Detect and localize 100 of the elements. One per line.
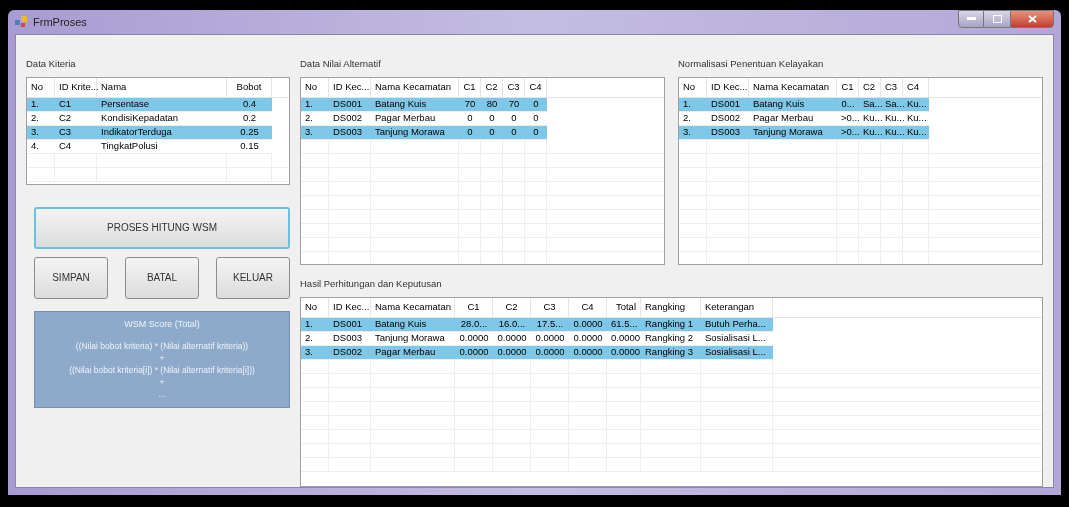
column-header[interactable]: C4	[569, 298, 607, 317]
table-cell-text: C3	[58, 125, 73, 140]
list-view[interactable]: No ID Krite... Nama Bobot 1. C1 Persentase 0.4 2. C2 KondisiKepadatan 0.2 3. C3 IndikatorTerduga 0.25 4. C4 TingkatPolusi 0.15	[26, 76, 290, 185]
table-cell-text: Batang Kuis	[752, 97, 806, 112]
column-header[interactable]: C3	[503, 77, 525, 97]
column-header[interactable]: Total	[607, 298, 641, 317]
table-cell-text: 2.	[304, 331, 314, 346]
window-title: FrmProses	[33, 14, 87, 30]
column-header[interactable]: C4	[903, 77, 929, 97]
table-cell-text: 0.0000	[572, 345, 604, 360]
column-header[interactable]: ID Kec...	[329, 77, 371, 97]
table-cell-text: >0...	[840, 111, 859, 126]
table-cell-text: Pagar Merbau	[752, 111, 815, 126]
table-cell-text: 0	[532, 111, 540, 126]
list-row[interactable]: 2. DS003 Tanjung Morawa 0.0000 0.0000 0.0000 0.0000 0.0000 Rangking 2 Sosialisasi L...	[301, 332, 773, 346]
column-header[interactable]: C3	[881, 77, 903, 97]
column-header[interactable]: Nama Kecamatan	[749, 77, 837, 97]
formula-title: WSM Score (Total)	[124, 317, 200, 331]
table-cell-text: Tanjung Morawa	[374, 331, 446, 346]
table-cell-text: Pagar Merbau	[374, 111, 437, 126]
group-label: Data Kiteria	[26, 56, 77, 71]
formula-line: +	[159, 353, 165, 364]
table-cell-text: Sa...	[884, 97, 903, 112]
table-cell-text: DS003	[332, 331, 364, 346]
table-cell-text: 2.	[30, 111, 40, 126]
list-view[interactable]: No ID Kec... Nama Kecamatan C1 C2 C3 C4 1. DS001 Batang Kuis 0... Sa... Sa... Ku... 2. DS002 Pagar Merbau >0... Ku... Ku... Ku... 3. DS003 Tanjung Morawa >0... Ku... Ku... Ku...	[678, 76, 1043, 265]
table-cell-text: Sosialisasi L...	[704, 345, 767, 360]
table-cell-text: Rangking 3	[644, 345, 695, 360]
formula-line: ...	[158, 389, 166, 400]
table-cell-text: Sosialisasi L...	[704, 331, 767, 346]
column-header[interactable]: C1	[837, 77, 859, 97]
action-button[interactable]: PROSES HITUNG WSM	[34, 206, 290, 249]
table-cell-text: Ku...	[906, 97, 928, 112]
action-button[interactable]: SIMPAN	[34, 256, 108, 299]
list-view[interactable]: No ID Kec... Nama Kecamatan C1 C2 C3 C4 1. DS001 Batang Kuis 70 80 70 0 2. DS002 Pagar Merbau 0 0 0 0 3. DS003 Tanjung Morawa 0 0 0 0	[300, 76, 665, 265]
table-cell-text: Ku...	[906, 111, 928, 126]
table-cell-text: 0	[510, 111, 518, 126]
table-cell-text: DS002	[332, 345, 364, 360]
table-cell-text: 0.25	[239, 125, 260, 140]
action-button[interactable]: BATAL	[125, 256, 199, 299]
column-header[interactable]: ID Krite...	[55, 77, 97, 97]
table-cell-text: 2.	[682, 111, 692, 126]
column-header[interactable]: C4	[525, 77, 547, 97]
column-header[interactable]: C2	[481, 77, 503, 97]
table-cell-text: 0	[488, 111, 496, 126]
column-header[interactable]: Keterangan	[701, 298, 773, 317]
list-row[interactable]: 1. DS001 Batang Kuis 28.0... 16.0... 17.5... 0.0000 61.5... Rangking 1 Butuh Perha...	[301, 318, 773, 332]
table-cell-text: 70	[463, 97, 477, 112]
minimize-button[interactable]	[958, 9, 984, 28]
table-cell-text: 3.	[304, 345, 314, 360]
column-header[interactable]: ID Kec...	[329, 298, 371, 317]
table-cell-text: 1.	[304, 97, 314, 112]
table-cell-text: 0.2	[241, 111, 258, 126]
maximize-icon	[992, 14, 1002, 23]
formula-line: ((Nilai bobot kriteria) * (Nilai alternatif kriteria))	[75, 341, 249, 352]
table-cell-text: DS001	[710, 97, 742, 112]
table-cell-text: 0	[488, 125, 496, 140]
column-header[interactable]: Rangking	[641, 298, 701, 317]
table-cell-text: Sa...	[862, 97, 881, 112]
column-header[interactable]: No	[679, 77, 707, 97]
table-cell-text: DS001	[332, 97, 364, 112]
list-row[interactable]: 3. DS002 Pagar Merbau 0.0000 0.0000 0.0000 0.0000 0.0000 Rangking 3 Sosialisasi L...	[301, 346, 773, 360]
table-cell-text: C1	[58, 97, 73, 112]
table-cell-text: 0...	[840, 97, 856, 112]
column-header[interactable]: ID Kec...	[707, 77, 749, 97]
table-cell-text: 1.	[304, 317, 314, 332]
table-cell-text: 0.0000	[610, 345, 641, 360]
column-header[interactable]: C3	[531, 298, 569, 317]
table-cell-text: 17.5...	[535, 317, 565, 332]
list-view[interactable]	[300, 297, 1043, 487]
table-cell-text: Ku...	[906, 125, 928, 140]
column-header[interactable]: C1	[455, 298, 493, 317]
close-button[interactable]	[1010, 9, 1054, 28]
table-cell-text: C4	[58, 139, 73, 154]
table-cell-text: DS002	[710, 111, 742, 126]
table-cell-text: 1.	[30, 97, 40, 112]
group-label: Data Nilai Alternatif	[300, 56, 382, 71]
column-header[interactable]: Nama Kecamatan	[371, 298, 455, 317]
column-header[interactable]: C1	[459, 77, 481, 97]
table-cell-text: 80	[485, 97, 499, 112]
column-header[interactable]: C2	[859, 77, 881, 97]
table-cell-text: 0	[532, 97, 540, 112]
column-header[interactable]: C2	[493, 298, 531, 317]
action-button[interactable]: KELUAR	[216, 256, 290, 299]
column-header[interactable]: No	[27, 77, 55, 97]
table-cell-text: Tanjung Morawa	[374, 125, 446, 140]
table-cell-text: 0.0000	[496, 345, 528, 360]
column-header[interactable]: Bobot	[227, 77, 272, 97]
table-cell-text: 0.0000	[572, 317, 604, 332]
column-header[interactable]: No	[301, 77, 329, 97]
column-header[interactable]: No	[301, 298, 329, 317]
table-cell-text: 2.	[304, 111, 314, 126]
table-cell-text: 0.0000	[458, 331, 490, 346]
column-header[interactable]: Nama Kecamatan	[371, 77, 459, 97]
table-cell-text: Rangking 1	[644, 317, 695, 332]
column-header[interactable]: Nama	[97, 77, 227, 97]
table-cell-text: 0.0000	[534, 345, 566, 360]
table-cell-text: 0.0000	[534, 331, 566, 346]
app-icon	[15, 16, 28, 28]
maximize-button[interactable]	[984, 9, 1010, 28]
